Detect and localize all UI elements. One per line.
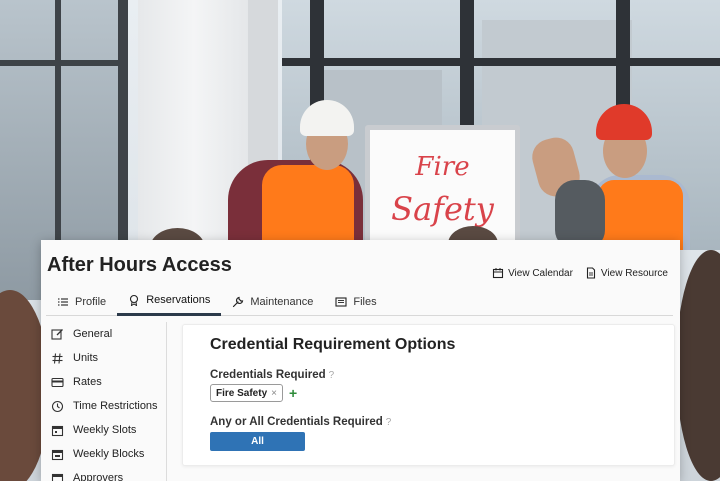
sidebar-item-weekly-slots[interactable]: Weekly Slots <box>41 418 166 442</box>
any-all-text: Any or All Credentials Required <box>210 416 383 428</box>
audience-head <box>676 250 720 481</box>
sidebar-item-label: General <box>73 328 113 340</box>
app-card: After Hours Access View Calendar View Re… <box>41 240 680 481</box>
whiteboard: Fire Safety <box>365 125 520 250</box>
tab-profile[interactable]: Profile <box>46 287 117 316</box>
tab-maintenance-label: Maintenance <box>250 295 314 308</box>
worker-left-vest <box>262 165 354 250</box>
sidebar-item-rates[interactable]: Rates <box>41 370 166 394</box>
sidebar-item-label: Weekly Slots <box>73 424 137 436</box>
files-icon <box>335 296 347 308</box>
credential-chip: Fire Safety × <box>210 384 283 402</box>
add-credential-button[interactable]: + <box>289 384 297 402</box>
any-all-label: Any or All Credentials Required? <box>210 416 391 428</box>
panel-title: Credential Requirement Options <box>210 336 456 353</box>
credentials-required-text: Credentials Required <box>210 369 326 381</box>
calendar-icon <box>51 472 64 481</box>
page-title: After Hours Access <box>47 254 232 276</box>
credentials-required-label: Credentials Required? <box>210 369 334 381</box>
tab-files[interactable]: Files <box>324 287 387 316</box>
sidebar-item-label: Units <box>73 352 99 364</box>
edit-icon <box>51 328 64 341</box>
calendar-icon <box>51 448 64 461</box>
remove-credential-icon[interactable]: × <box>271 388 277 399</box>
credential-options-panel: Credential Requirement Options Credentia… <box>182 324 675 466</box>
sidebar-item-label: Rates <box>73 376 102 388</box>
view-calendar-link[interactable]: View Calendar <box>492 267 573 279</box>
help-icon[interactable]: ? <box>329 370 335 381</box>
sidebar-item-units[interactable]: Units <box>41 346 166 370</box>
hash-icon <box>51 352 64 365</box>
sidebar-item-general[interactable]: General <box>41 322 166 346</box>
sidebar: General Units Rates Time Restrictions We… <box>41 322 167 481</box>
tab-files-label: Files <box>353 295 377 308</box>
view-resource-label: View Resource <box>600 267 668 279</box>
credential-chip-label: Fire Safety <box>216 387 268 399</box>
document-icon <box>585 267 597 279</box>
sidebar-item-label: Approvers <box>73 472 124 481</box>
tab-reservations[interactable]: Reservations <box>117 287 222 316</box>
sidebar-item-label: Time Restrictions <box>73 400 158 412</box>
list-icon <box>57 296 69 308</box>
calendar-icon <box>51 424 64 437</box>
view-calendar-label: View Calendar <box>508 267 573 279</box>
sidebar-item-time-restrictions[interactable]: Time Restrictions <box>41 394 166 418</box>
card-icon <box>51 376 64 389</box>
tab-bar: Profile Reservations Maintenance Files <box>46 287 673 316</box>
header-actions: View Calendar View Resource <box>492 267 668 279</box>
help-icon[interactable]: ? <box>386 417 392 428</box>
board-text-safety: Safety <box>391 190 494 228</box>
sidebar-item-approvers[interactable]: Approvers <box>41 466 166 481</box>
tab-profile-label: Profile <box>75 295 107 308</box>
any-all-select-button[interactable]: All <box>210 432 305 451</box>
tag-icon <box>128 294 140 306</box>
tab-maintenance[interactable]: Maintenance <box>221 287 324 316</box>
calendar-icon <box>492 267 504 279</box>
sidebar-item-weekly-blocks[interactable]: Weekly Blocks <box>41 442 166 466</box>
view-resource-link[interactable]: View Resource <box>585 267 668 279</box>
clock-icon <box>51 400 64 413</box>
wrench-icon <box>232 296 244 308</box>
board-text-fire: Fire <box>415 152 470 182</box>
tab-reservations-label: Reservations <box>146 294 211 306</box>
sidebar-item-label: Weekly Blocks <box>73 448 145 460</box>
